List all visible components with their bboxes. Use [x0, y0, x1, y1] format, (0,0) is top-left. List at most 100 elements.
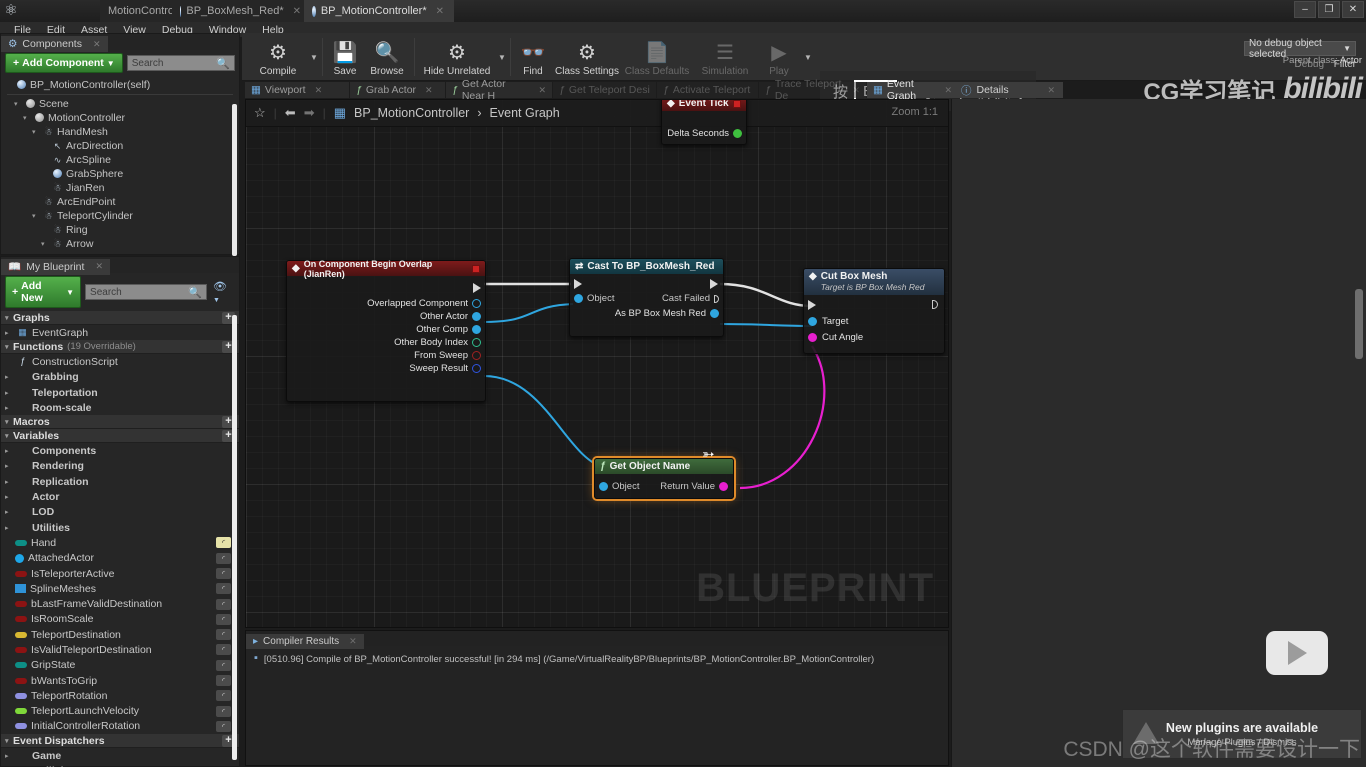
class-settings-button[interactable]: ⚙ Class Settings [552, 35, 622, 79]
variable-row[interactable]: bLastFrameValidDestination ◜ [1, 596, 239, 611]
forward-arrow-icon[interactable]: ➡ [304, 105, 315, 121]
my-blueprint-search-input[interactable]: Search 🔍 [85, 284, 208, 300]
expand-arrow-icon[interactable]: ▸ [5, 389, 13, 397]
expand-arrow-icon[interactable]: ▾ [5, 432, 13, 440]
blueprint-item[interactable]: ▸ Utilities [1, 520, 239, 535]
section-header-functions[interactable]: ▾ Functions (19 Overridable) + [1, 340, 239, 355]
tab-trace-teleport-destination[interactable]: ƒ Trace Teleport De ✕ [759, 78, 867, 102]
tab-details[interactable]: ⓘ Details ✕ [953, 82, 1063, 98]
variable-visibility-toggle[interactable]: ◜ [216, 613, 231, 625]
blueprint-item[interactable]: ▸ Replication [1, 474, 239, 489]
variable-visibility-toggle[interactable]: ◜ [216, 705, 231, 717]
section-header-macros[interactable]: ▾ Macros + [1, 415, 239, 430]
close-icon[interactable]: ✕ [436, 6, 444, 17]
pin-row-exec[interactable] [570, 277, 723, 289]
variable-visibility-toggle[interactable]: ◜ [216, 720, 231, 732]
component-tree-item[interactable]: ▾ ☃ Arrow [5, 237, 239, 251]
variable-row[interactable]: TeleportDestination ◜ [1, 627, 239, 642]
visibility-eye-icon[interactable]: 👁▼ [211, 280, 235, 305]
maximize-icon[interactable]: ❐ [1318, 1, 1340, 18]
pin-row-exec[interactable] [804, 298, 944, 310]
blueprint-item[interactable]: ▸ ▦ EventGraph [1, 325, 239, 340]
pin-row-object-return[interactable]: Object Return Value [595, 477, 733, 492]
variable-row[interactable]: IsValidTeleportDestination ◜ [1, 642, 239, 657]
close-icon[interactable]: ✕ [944, 85, 952, 96]
expand-arrow-icon[interactable]: ▸ [5, 752, 13, 760]
variable-row[interactable]: TeleportLaunchVelocity ◜ [1, 704, 239, 719]
browse-button[interactable]: 🔍 Browse [364, 35, 410, 79]
variable-visibility-toggle[interactable]: ◜ [216, 583, 231, 595]
blueprint-item[interactable]: ▸ Rendering [1, 459, 239, 474]
close-icon[interactable]: ✕ [349, 636, 357, 647]
component-tree-item[interactable]: ☃ ArcEndPoint [5, 195, 239, 209]
component-tree-item[interactable]: ▾ ☃ HandMesh [5, 125, 239, 139]
variable-row[interactable]: TeleportRotation ◜ [1, 688, 239, 703]
close-icon[interactable]: ✕ [95, 261, 103, 272]
pin-row-from-sweep[interactable]: From Sweep [287, 349, 485, 362]
pin-row-cut-angle[interactable]: Cut Angle [804, 331, 944, 344]
variable-visibility-toggle[interactable]: ◜ [216, 552, 231, 564]
node-event-tick[interactable]: ◆ Event Tick Delta Seconds [661, 100, 747, 145]
component-tree-item[interactable]: ☃ Ring [5, 223, 239, 237]
tab-my-blueprint[interactable]: 📖 My Blueprint ✕ [1, 258, 110, 275]
blueprint-item[interactable]: ▸ Grabbing [1, 370, 239, 385]
pin-row-object-castfailed[interactable]: Object Cast Failed [570, 289, 723, 304]
section-header-graphs[interactable]: ▾ Graphs + [1, 311, 239, 325]
video-play-overlay-button[interactable] [1266, 631, 1328, 675]
tab-activate-teleport[interactable]: ƒ Activate Teleport [657, 82, 759, 98]
hide-unrelated-chevron-icon[interactable]: ▼ [498, 53, 506, 62]
variable-row[interactable]: GripState ◜ [1, 658, 239, 673]
pin-row-other-actor[interactable]: Other Actor [287, 310, 485, 323]
hide-unrelated-button[interactable]: ⚙ Hide Unrelated [418, 35, 496, 79]
expand-arrow-icon[interactable]: ▾ [5, 418, 13, 426]
component-tree-item[interactable]: BP_MotionController(self) [5, 78, 239, 92]
window-tab-boxmesh[interactable]: BP_BoxMesh_Red * ✕ [172, 0, 312, 22]
node-on-component-begin-overlap[interactable]: ◆ On Component Begin Overlap (JianRen) O… [286, 259, 486, 402]
close-icon[interactable]: ✕ [1342, 1, 1364, 18]
variable-row[interactable]: IsTeleporterActive ◜ [1, 566, 239, 581]
component-tree-item[interactable]: ▾ Scene [5, 97, 239, 111]
find-button[interactable]: 👓 Find [514, 35, 552, 79]
component-tree-item[interactable]: ↖ ArcDirection [5, 139, 239, 153]
variable-row[interactable]: IsRoomScale ◜ [1, 612, 239, 627]
component-tree-item[interactable]: GrabSphere [5, 167, 239, 181]
variable-visibility-toggle[interactable]: ◜ [216, 629, 231, 641]
simulate-button[interactable]: ☰ Simulation [694, 35, 756, 79]
section-header-event-dispatchers[interactable]: ▾ Event Dispatchers + [1, 734, 239, 749]
blueprint-item[interactable]: ▸ Game [1, 748, 239, 763]
component-tree-item[interactable]: ▾ ☃ TeleportCylinder [5, 209, 239, 223]
tab-event-graph[interactable]: ▦ Event Graph ✕ [867, 78, 959, 102]
expand-arrow-icon[interactable]: ▸ [5, 373, 13, 381]
section-header-variables[interactable]: ▾ Variables + [1, 429, 239, 444]
component-tree-item[interactable]: ▾ MotionController [5, 111, 239, 125]
blueprint-item[interactable]: ▸ Components [1, 443, 239, 458]
blueprint-item[interactable]: ▸ Teleportation [1, 385, 239, 400]
pin-row-overlapped-component[interactable]: Overlapped Component [287, 297, 485, 310]
variable-visibility-toggle[interactable]: ◜ [216, 690, 231, 702]
pin-row-as-bp-box-mesh-red[interactable]: As BP Box Mesh Red [570, 307, 723, 320]
close-icon[interactable]: ✕ [852, 85, 860, 96]
component-tree-item[interactable]: ☃ JianRen [5, 181, 239, 195]
variable-row[interactable]: InitialControllerRotation ◜ [1, 719, 239, 734]
expand-arrow-icon[interactable]: ▸ [5, 478, 13, 486]
expand-arrow-icon[interactable]: ▾ [5, 343, 13, 351]
event-graph-canvas[interactable]: ☆ | ⬅ ➡ | ▦ BP_MotionController › Event … [245, 99, 949, 628]
variable-row[interactable]: SplineMeshes ◜ [1, 581, 239, 596]
tab-grab-actor[interactable]: ƒ Grab Actor ✕ [350, 82, 446, 98]
pin-row-other-body-index[interactable]: Other Body Index [287, 336, 485, 349]
close-icon[interactable]: ✕ [538, 85, 546, 96]
components-search-input[interactable]: Search 🔍 [126, 55, 235, 71]
blueprint-item[interactable]: ▸Collision [1, 763, 239, 767]
window-tab-motioncontroller[interactable]: BP_MotionController * ✕ [304, 0, 454, 22]
variable-row[interactable]: AttachedActor ◜ [1, 551, 239, 566]
variable-visibility-toggle[interactable]: ◜ [216, 644, 231, 656]
back-arrow-icon[interactable]: ⬅ [285, 105, 296, 121]
debug-object-selector[interactable]: No debug object selected ▼ [1244, 38, 1356, 60]
tab-components[interactable]: ⚙ Components ✕ [1, 36, 108, 52]
expand-arrow-icon[interactable]: ▸ [5, 524, 13, 532]
my-blueprint-scrollbar[interactable] [232, 315, 237, 760]
components-scrollbar[interactable] [232, 104, 237, 256]
expand-arrow-icon[interactable]: ▾ [32, 128, 40, 136]
save-button[interactable]: 💾 Save [326, 35, 364, 79]
breadcrumb-root[interactable]: BP_MotionController [354, 106, 469, 120]
